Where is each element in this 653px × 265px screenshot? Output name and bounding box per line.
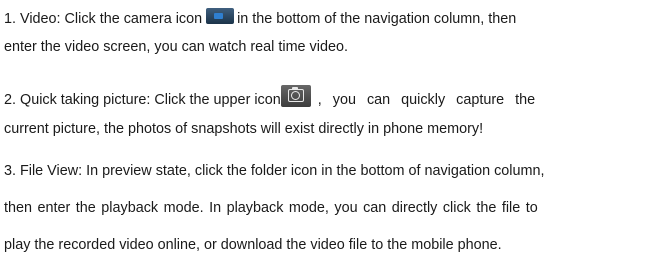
video-instruction-lead: 1. Video: Click the camera icon in the b…	[4, 8, 516, 28]
file-view-instruction-line-2: then enter the playback mode. In playbac…	[4, 200, 538, 216]
snapshot-camera-icon	[280, 85, 311, 107]
file-view-instruction-line-3: play the recorded video online, or downl…	[4, 237, 502, 253]
snapshot-instruction-line-2: current picture, the photos of snapshots…	[4, 121, 484, 137]
camera-icon	[206, 8, 235, 24]
video-instruction-line-2: enter the video screen, you can watch re…	[4, 39, 348, 55]
snapshot-instruction-line-1: 2. Quick taking picture: Click the upper…	[4, 85, 652, 109]
file-view-instruction-line-1: 3. File View: In preview state, click th…	[4, 163, 545, 179]
video-instruction-line-1: 1. Video: Click the camera icon in the b…	[4, 8, 652, 28]
